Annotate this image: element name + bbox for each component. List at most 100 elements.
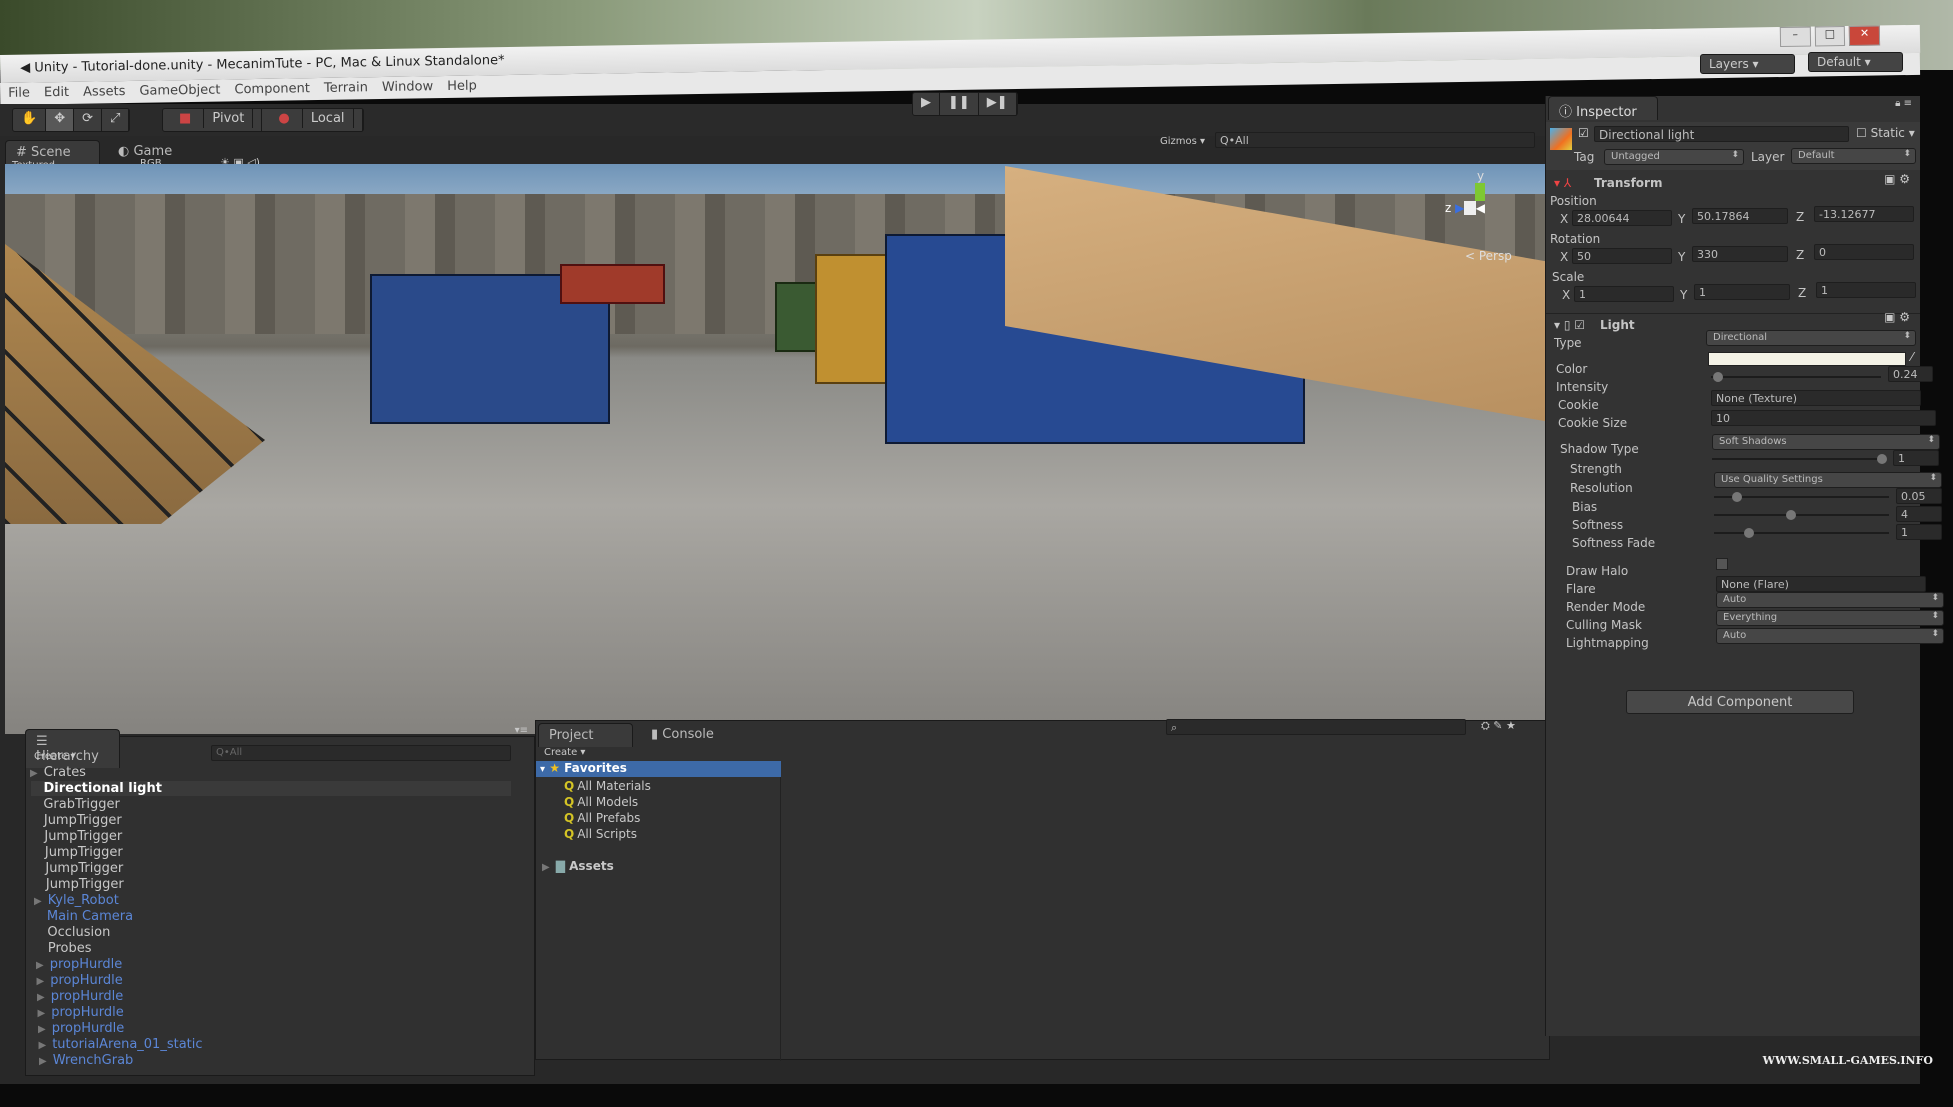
shadow-type-dropdown[interactable]: Soft Shadows: [1712, 434, 1940, 450]
expand-arrow-icon[interactable]: ▶: [34, 896, 42, 907]
expand-arrow-icon[interactable]: ▶: [39, 1056, 47, 1067]
favorite-all-scripts[interactable]: Q All Scripts: [564, 827, 637, 841]
transform-title[interactable]: Transform: [1594, 176, 1662, 190]
hierarchy-item[interactable]: ▶ propHurdle: [38, 1021, 518, 1036]
menu-component[interactable]: Component: [234, 81, 310, 98]
close-button[interactable]: ✕: [1849, 25, 1881, 46]
pause-button[interactable]: ❚❚: [940, 93, 979, 115]
hierarchy-item[interactable]: Occlusion: [35, 925, 515, 940]
position-x-field[interactable]: 28.00644: [1572, 210, 1672, 226]
hierarchy-item[interactable]: ▶ tutorialArena_01_static: [39, 1037, 519, 1052]
rotation-y-field[interactable]: 330: [1692, 246, 1788, 262]
expand-arrow-icon[interactable]: ▶: [39, 1040, 47, 1051]
move-icon[interactable]: ✥: [46, 109, 75, 131]
culling-mask-dropdown[interactable]: Everything: [1716, 610, 1944, 626]
scene-view[interactable]: y z ▶■◀ < Persp: [5, 164, 1550, 734]
color-swatch[interactable]: [1708, 352, 1906, 366]
layers-dropdown[interactable]: Layers ▾: [1700, 54, 1795, 74]
favorites-item[interactable]: ▾ ★ Favorites: [536, 761, 781, 777]
expand-arrow-icon[interactable]: ▶: [37, 992, 45, 1003]
object-name-input[interactable]: Directional light: [1594, 126, 1849, 142]
eyedropper-icon[interactable]: ⁄: [1911, 350, 1913, 364]
panel-menu-icon[interactable]: ▾≡: [515, 725, 528, 736]
hierarchy-item[interactable]: Main Camera: [35, 909, 515, 924]
expand-arrow-icon[interactable]: ▶: [30, 768, 38, 779]
strength-slider[interactable]: [1712, 454, 1887, 464]
rotation-z-field[interactable]: 0: [1814, 244, 1914, 260]
tab-inspector[interactable]: ⓘ Inspector: [1548, 96, 1658, 120]
hierarchy-item[interactable]: Directional light: [30, 781, 511, 796]
cookie-field[interactable]: None (Texture): [1711, 390, 1921, 406]
layout-dropdown[interactable]: Default ▾: [1808, 52, 1903, 72]
hierarchy-item[interactable]: ▶ propHurdle: [37, 973, 517, 988]
hand-icon[interactable]: ✋: [13, 109, 47, 131]
hierarchy-item[interactable]: JumpTrigger: [33, 861, 513, 876]
tag-dropdown[interactable]: Untagged: [1604, 149, 1744, 165]
menu-window[interactable]: Window: [382, 79, 434, 96]
strength-slider-knob[interactable]: [1877, 454, 1887, 464]
static-checkbox[interactable]: ☐ Static ▾: [1856, 126, 1915, 140]
menu-terrain[interactable]: Terrain: [324, 80, 368, 97]
scale-x-field[interactable]: 1: [1574, 286, 1674, 302]
menu-gameobject[interactable]: GameObject: [139, 83, 220, 100]
light-title[interactable]: Light: [1600, 318, 1635, 332]
hierarchy-item[interactable]: JumpTrigger: [33, 845, 513, 860]
tab-project[interactable]: Project: [538, 723, 633, 747]
favorite-all-prefabs[interactable]: Q All Prefabs: [564, 811, 640, 825]
hierarchy-item[interactable]: ▶ propHurdle: [38, 1005, 518, 1020]
assets-folder[interactable]: ▶ ▇ Assets: [542, 859, 614, 873]
menu-edit[interactable]: Edit: [44, 85, 69, 101]
expand-arrow-icon[interactable]: ▶: [38, 1024, 46, 1035]
draw-halo-checkbox[interactable]: [1716, 558, 1728, 570]
scene-search-input[interactable]: Q•All: [1215, 132, 1535, 148]
hierarchy-item[interactable]: Probes: [36, 941, 516, 956]
lightmapping-dropdown[interactable]: Auto: [1716, 628, 1944, 644]
layer-dropdown[interactable]: Default: [1791, 148, 1916, 164]
favorite-all-models[interactable]: Q All Models: [564, 795, 638, 809]
bias-slider-knob[interactable]: [1732, 492, 1742, 502]
hierarchy-item[interactable]: JumpTrigger: [32, 813, 512, 828]
tab-console[interactable]: ▮ Console: [641, 723, 724, 746]
type-dropdown[interactable]: Directional: [1706, 330, 1916, 346]
filter-icons[interactable]: ⛭ ✎ ★: [1481, 719, 1516, 733]
pivot-button[interactable]: ■ Pivot: [163, 109, 263, 131]
project-create-button[interactable]: Create ▾: [544, 747, 585, 758]
active-checkbox[interactable]: ☑: [1578, 126, 1589, 140]
hierarchy-item[interactable]: ▶ WrenchGrab: [39, 1053, 519, 1068]
expand-arrow-icon[interactable]: ▶: [38, 1008, 46, 1019]
softness-fade-field[interactable]: 1: [1896, 524, 1942, 540]
rotation-x-field[interactable]: 50: [1572, 248, 1672, 264]
render-mode-dropdown[interactable]: Auto: [1716, 592, 1944, 608]
softness-fade-slider[interactable]: [1714, 528, 1889, 538]
flare-field[interactable]: None (Flare): [1716, 576, 1926, 592]
hierarchy-create-button[interactable]: Create ▾: [34, 751, 75, 762]
hierarchy-search-input[interactable]: Q•All: [211, 745, 511, 761]
hierarchy-item[interactable]: ▶ Crates: [30, 765, 510, 780]
menu-assets[interactable]: Assets: [83, 84, 126, 101]
strength-field[interactable]: 1: [1893, 450, 1939, 466]
project-search-input[interactable]: ⌕: [1166, 719, 1466, 735]
hierarchy-item[interactable]: ▶ propHurdle: [36, 957, 516, 972]
light-settings-gear-icon[interactable]: ▣ ⚙: [1884, 310, 1910, 324]
play-button[interactable]: ▶: [913, 93, 940, 115]
intensity-slider-knob[interactable]: [1713, 372, 1723, 382]
lock-icon[interactable]: 🔒︎ ≡: [1895, 98, 1912, 109]
persp-label[interactable]: < Persp: [1465, 249, 1512, 263]
hierarchy-item[interactable]: ▶ propHurdle: [37, 989, 517, 1004]
intensity-slider[interactable]: [1711, 372, 1881, 382]
gizmos-dropdown[interactable]: Gizmos ▾: [1160, 136, 1205, 147]
position-z-field[interactable]: -13.12677: [1814, 206, 1914, 222]
menu-file[interactable]: File: [8, 86, 30, 102]
rotate-icon[interactable]: ⟳: [74, 109, 102, 131]
resolution-dropdown[interactable]: Use Quality Settings: [1714, 472, 1942, 488]
bias-slider[interactable]: [1714, 492, 1889, 502]
softness-slider-knob[interactable]: [1786, 510, 1796, 520]
favorite-all-materials[interactable]: Q All Materials: [564, 779, 651, 793]
intensity-field[interactable]: 0.24: [1888, 366, 1933, 382]
menu-help[interactable]: Help: [447, 79, 477, 95]
scale-z-field[interactable]: 1: [1816, 282, 1916, 298]
scale-icon[interactable]: ⤢: [102, 109, 130, 131]
local-button[interactable]: ● Local: [262, 109, 363, 131]
hierarchy-item[interactable]: GrabTrigger: [31, 797, 511, 812]
expand-arrow-icon[interactable]: ▶: [36, 960, 44, 971]
